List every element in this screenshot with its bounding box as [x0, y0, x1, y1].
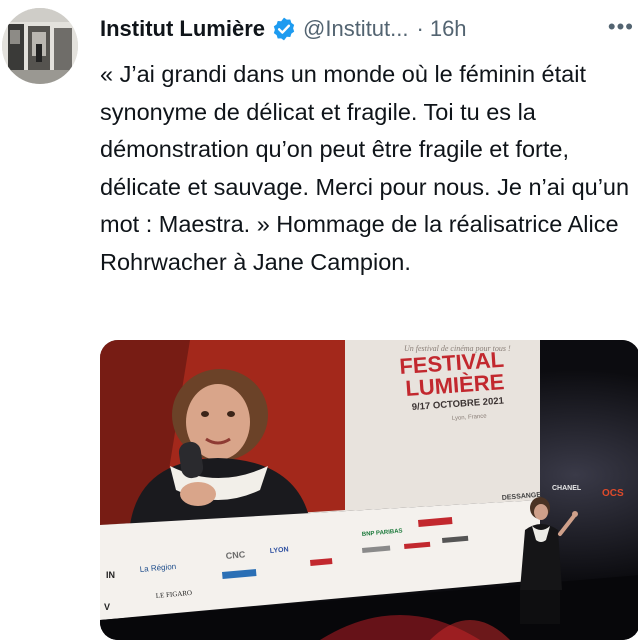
sponsor-chanel: CHANEL	[552, 485, 582, 492]
more-options-icon[interactable]: •••	[608, 14, 634, 40]
verified-badge-icon	[273, 17, 295, 41]
tweet-photo[interactable]: Un festival de cinéma pour tous ! FESTIV…	[100, 340, 638, 640]
sponsor-partial-v: V	[104, 602, 110, 612]
tweet-timestamp[interactable]: 16h	[430, 16, 467, 42]
author-handle[interactable]: @Institut...	[303, 16, 408, 42]
tweet-header: Institut Lumière @Institut... · 16h	[100, 14, 638, 44]
sponsor-ocs: OCS	[602, 488, 624, 499]
separator-dot: ·	[416, 16, 424, 41]
photo-image: Un festival de cinéma pour tous ! FESTIV…	[100, 340, 638, 640]
author-name[interactable]: Institut Lumière	[100, 16, 265, 42]
sponsor-cnc: CNC	[225, 549, 246, 561]
tweet-text: « J’ai grandi dans un monde où le fémini…	[100, 61, 630, 275]
sponsor-partial-in: IN	[106, 570, 115, 580]
avatar-image	[2, 8, 78, 84]
author-avatar[interactable]	[2, 8, 78, 84]
